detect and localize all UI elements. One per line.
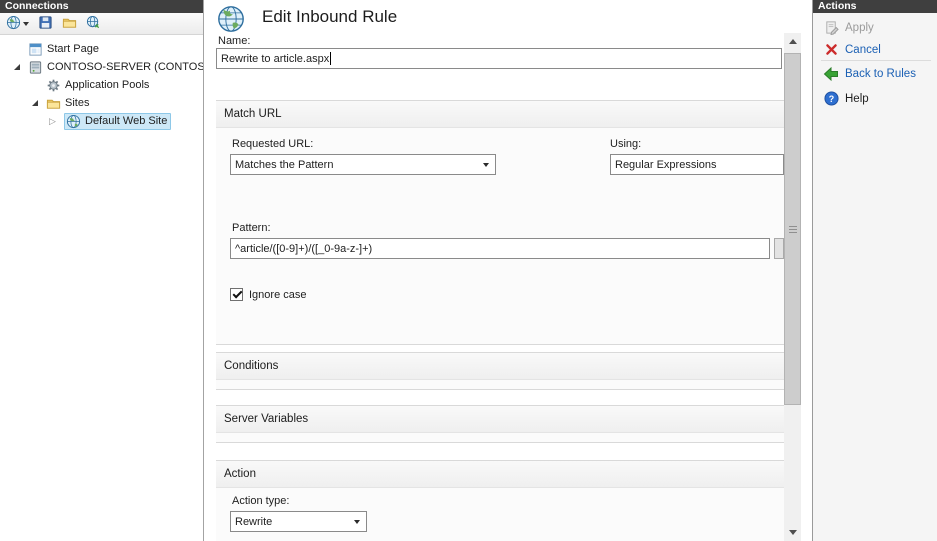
help-icon: ? (823, 91, 839, 106)
using-dropdown[interactable]: Regular Expressions (610, 154, 784, 175)
apply-action: Apply (823, 19, 934, 36)
actions-panel-header: Actions (813, 0, 937, 13)
action-section-header[interactable]: Action (216, 461, 784, 488)
back-to-rules-label: Back to Rules (845, 68, 916, 80)
page-title: Edit Inbound Rule (262, 7, 397, 27)
connection-folder-button[interactable] (61, 15, 78, 33)
pattern-input[interactable]: ^article/([0-9]+)/([_0-9a-z-]+) (230, 238, 770, 259)
globe-plug-icon (86, 15, 101, 33)
cancel-icon (823, 43, 839, 56)
tree-item-start-page[interactable]: Start Page (0, 40, 203, 58)
scrollbar-grip-icon (789, 226, 797, 233)
help-action[interactable]: ? Help (823, 90, 934, 107)
back-arrow-icon (823, 66, 839, 82)
action-type-value: Rewrite (235, 516, 272, 528)
selected-tree-item[interactable]: Default Web Site (64, 113, 171, 130)
apply-label: Apply (845, 22, 874, 34)
connections-panel: Connections (0, 0, 204, 541)
actions-separator (821, 60, 931, 61)
tree-item-label: Sites (65, 97, 89, 109)
conditions-section-header[interactable]: Conditions (216, 353, 784, 380)
chevron-down-icon (349, 513, 365, 530)
scrollbar-thumb[interactable] (784, 53, 801, 405)
chevron-down-icon (23, 22, 29, 26)
connect-to-site-button[interactable] (85, 15, 102, 33)
section-title: Match URL (224, 108, 282, 120)
apply-icon (823, 20, 839, 35)
match-url-section-header[interactable]: Match URL (216, 101, 784, 128)
scroll-down-arrow-icon (789, 530, 797, 535)
tree-item-default-web-site[interactable]: ▷ Default Web Site (0, 112, 203, 130)
tree-item-label: Start Page (47, 43, 99, 55)
tree-item-sites[interactable]: Sites (0, 94, 203, 112)
tree-expander-icon[interactable]: ▷ (48, 117, 64, 126)
using-label: Using: (610, 138, 641, 150)
cancel-label: Cancel (845, 44, 881, 56)
server-variables-section: Server Variables (216, 405, 784, 443)
requested-url-value: Matches the Pattern (235, 159, 333, 171)
rule-name-value: Rewrite to article.aspx (221, 53, 329, 65)
requested-url-label: Requested URL: (232, 138, 313, 150)
tree-item-label: Default Web Site (85, 115, 167, 127)
test-pattern-button[interactable] (774, 238, 784, 259)
scroll-up-arrow-icon (789, 39, 797, 44)
section-title: Action (224, 468, 256, 480)
conditions-section: Conditions (216, 352, 784, 390)
connections-tree: Start Page CONTOSO-SERVER (CONTOS Applic… (0, 40, 203, 541)
save-connection-button[interactable] (37, 15, 54, 33)
svg-text:?: ? (828, 94, 833, 104)
section-title: Server Variables (224, 413, 308, 425)
collapsed-expander-glyph: ▷ (49, 117, 56, 126)
folder-icon (62, 15, 77, 33)
text-caret (330, 52, 331, 65)
create-connection-button[interactable] (5, 15, 30, 33)
connections-title: Connections (5, 0, 69, 12)
tree-expander-icon[interactable] (12, 64, 28, 70)
sites-folder-icon (46, 96, 62, 111)
edit-inbound-rule-page: Edit Inbound Rule Name: Rewrite to artic… (204, 0, 801, 541)
tree-item-label: Application Pools (65, 79, 149, 91)
ignore-case-label: Ignore case (249, 289, 306, 301)
save-icon (38, 15, 53, 33)
action-type-label: Action type: (232, 495, 289, 507)
back-to-rules-action[interactable]: Back to Rules (823, 65, 934, 82)
match-url-section: Match URL Requested URL: Matches the Pat… (216, 100, 784, 345)
server-icon (28, 60, 44, 75)
connections-toolbar (0, 13, 203, 35)
action-section: Action Action type: Rewrite (216, 460, 784, 541)
connection-globe-icon (6, 15, 21, 33)
chevron-down-icon (478, 156, 494, 173)
scroll-up-button[interactable] (784, 33, 801, 50)
server-variables-section-header[interactable]: Server Variables (216, 406, 784, 433)
ignore-case-row: Ignore case (230, 288, 306, 301)
inbound-rule-globe-icon (216, 4, 246, 37)
action-type-dropdown[interactable]: Rewrite (230, 511, 367, 532)
connections-panel-header: Connections (0, 0, 203, 13)
pattern-label: Pattern: (232, 222, 271, 234)
using-value: Regular Expressions (615, 159, 717, 171)
application-pools-icon (46, 78, 62, 93)
iis-manager-window: Connections (0, 0, 937, 541)
cancel-action[interactable]: Cancel (823, 41, 934, 58)
website-globe-icon (66, 114, 82, 129)
vertical-scrollbar[interactable] (784, 33, 801, 541)
actions-title: Actions (818, 0, 857, 12)
help-label: Help (845, 93, 869, 105)
tree-item-label: CONTOSO-SERVER (CONTOS (47, 61, 203, 73)
ignore-case-checkbox[interactable] (230, 288, 243, 301)
section-title: Conditions (224, 360, 278, 372)
tree-item-application-pools[interactable]: Application Pools (0, 76, 203, 94)
actions-panel: Actions Apply Cancel Back to Rules ? (812, 0, 937, 541)
tree-expander-icon[interactable] (30, 100, 46, 106)
scroll-down-button[interactable] (784, 524, 801, 541)
requested-url-dropdown[interactable]: Matches the Pattern (230, 154, 496, 175)
pattern-value: ^article/([0-9]+)/([_0-9a-z-]+) (235, 243, 372, 255)
start-page-icon (28, 42, 44, 57)
tree-item-server[interactable]: CONTOSO-SERVER (CONTOS (0, 58, 203, 76)
rule-name-input[interactable]: Rewrite to article.aspx (216, 48, 782, 69)
name-label: Name: (218, 35, 250, 47)
